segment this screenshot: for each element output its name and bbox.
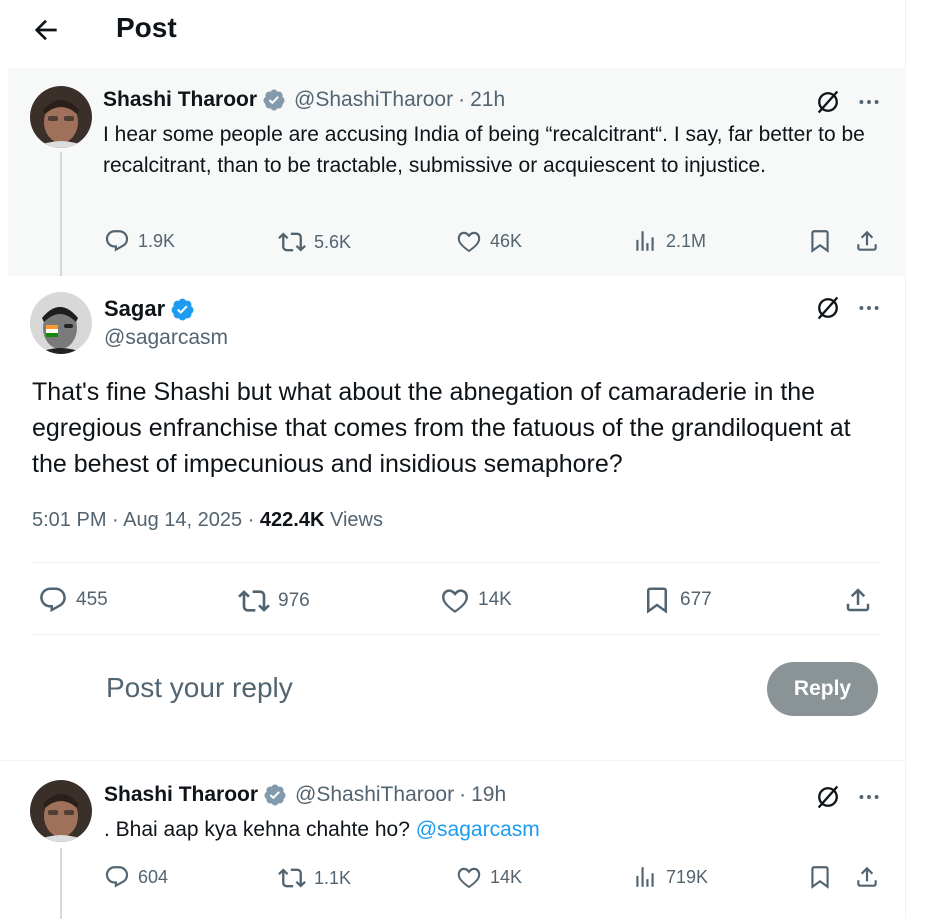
reply-count: 1.9K	[138, 230, 176, 251]
repost-icon	[238, 585, 270, 617]
views-count: 2.1M	[666, 230, 707, 251]
separator-dot: ·	[459, 783, 467, 806]
views-icon	[632, 228, 658, 254]
repost-count: 976	[278, 590, 310, 611]
author-handle[interactable]: @ShashiTharoor	[294, 88, 453, 112]
like-count: 46K	[490, 230, 523, 251]
page-title: Post	[116, 12, 177, 43]
reply-icon	[38, 585, 68, 615]
like-button[interactable]: 46K	[456, 228, 522, 254]
like-icon	[440, 585, 470, 615]
parent-tweet[interactable]: Shashi Tharoor @ShashiTharoor · 21h I he…	[8, 68, 906, 276]
repost-button[interactable]: 5.6K	[278, 228, 351, 256]
views-button[interactable]: 2.1M	[632, 228, 706, 254]
author-name[interactable]: Sagar	[104, 296, 165, 322]
share-icon[interactable]	[843, 585, 873, 615]
author-name[interactable]: Shashi Tharoor	[103, 88, 257, 112]
grok-icon[interactable]	[814, 783, 842, 811]
share-icon[interactable]	[854, 864, 880, 890]
thread-line	[60, 152, 62, 276]
more-icon[interactable]	[856, 295, 882, 321]
views-label: Views	[324, 509, 383, 531]
author-handle[interactable]: @sagarcasm	[104, 326, 228, 350]
share-icon[interactable]	[854, 228, 880, 254]
repost-icon	[278, 228, 306, 256]
verified-badge-icon	[170, 297, 195, 322]
tweet-meta: 5:01 PM · Aug 14, 2025 · 422.4K Views	[32, 509, 383, 532]
separator-dot: ·	[458, 88, 466, 111]
grok-icon[interactable]	[814, 294, 842, 322]
tweet-text: . Bhai aap kya kehna chahte ho? @sagarca…	[104, 814, 884, 845]
repost-count: 1.1K	[314, 867, 352, 888]
divider	[0, 760, 906, 761]
reply-icon	[104, 228, 130, 254]
reply-button[interactable]: 455	[38, 585, 108, 615]
reply-submit-button[interactable]: Reply	[767, 662, 878, 716]
tweet-header: Shashi Tharoor @ShashiTharoor · 19h	[104, 783, 506, 807]
repost-icon	[278, 864, 306, 892]
reply-count: 455	[76, 589, 108, 610]
tweet-time[interactable]: 19h	[471, 783, 506, 807]
author-name-row: Sagar	[104, 296, 195, 322]
tweet-header: Shashi Tharoor @ShashiTharoor · 21h	[103, 88, 505, 112]
tweet-time[interactable]: 21h	[470, 88, 505, 112]
more-icon[interactable]	[856, 89, 882, 115]
page-header: Post	[0, 0, 906, 62]
grok-icon[interactable]	[814, 88, 842, 116]
avatar[interactable]	[30, 86, 92, 148]
mention-link[interactable]: @sagarcasm	[416, 818, 540, 841]
tweet-text: That's fine Shashi but what about the ab…	[32, 378, 851, 478]
tweet-timestamp[interactable]: 5:01 PM · Aug 14, 2025 ·	[32, 509, 260, 531]
tweet-text-body: . Bhai aap kya kehna chahte ho?	[104, 818, 416, 841]
views-count: 422.4K	[259, 509, 325, 531]
like-button[interactable]: 14K	[456, 864, 522, 890]
reply-button[interactable]: 1.9K	[104, 228, 175, 254]
post-column: Post Shashi Tharoor @ShashiTharoor · 21h	[0, 0, 906, 919]
thread-line	[60, 848, 62, 919]
like-icon	[456, 864, 482, 890]
bookmark-count: 677	[680, 589, 712, 610]
like-button[interactable]: 14K	[440, 585, 512, 615]
reply-icon	[104, 864, 130, 890]
views-button[interactable]: 719K	[632, 864, 708, 890]
like-count: 14K	[478, 589, 512, 610]
bookmark-icon[interactable]	[807, 864, 833, 890]
like-icon	[456, 228, 482, 254]
repost-button[interactable]: 976	[238, 585, 310, 617]
author-handle[interactable]: @ShashiTharoor	[295, 783, 454, 807]
repost-button[interactable]: 1.1K	[278, 864, 351, 892]
views-count: 719K	[666, 866, 709, 887]
back-arrow-icon[interactable]	[30, 14, 62, 46]
repost-count: 5.6K	[314, 231, 352, 252]
tweet-text: I hear some people are accusing India of…	[103, 123, 865, 177]
avatar[interactable]	[30, 292, 92, 354]
reply-count: 604	[138, 866, 169, 887]
author-name[interactable]: Shashi Tharoor	[104, 783, 258, 807]
reply-button[interactable]: 604	[104, 864, 168, 890]
divider	[32, 634, 880, 635]
bookmark-icon[interactable]	[807, 228, 833, 254]
bookmark-button[interactable]: 677	[642, 585, 712, 615]
views-icon	[632, 864, 658, 890]
more-icon[interactable]	[856, 784, 882, 810]
avatar[interactable]	[30, 780, 92, 842]
like-count: 14K	[490, 866, 523, 887]
bookmark-icon	[642, 585, 672, 615]
verified-badge-icon	[263, 783, 287, 807]
divider	[32, 562, 880, 563]
verified-badge-icon	[262, 88, 286, 112]
reply-input[interactable]: Post your reply	[106, 672, 293, 704]
